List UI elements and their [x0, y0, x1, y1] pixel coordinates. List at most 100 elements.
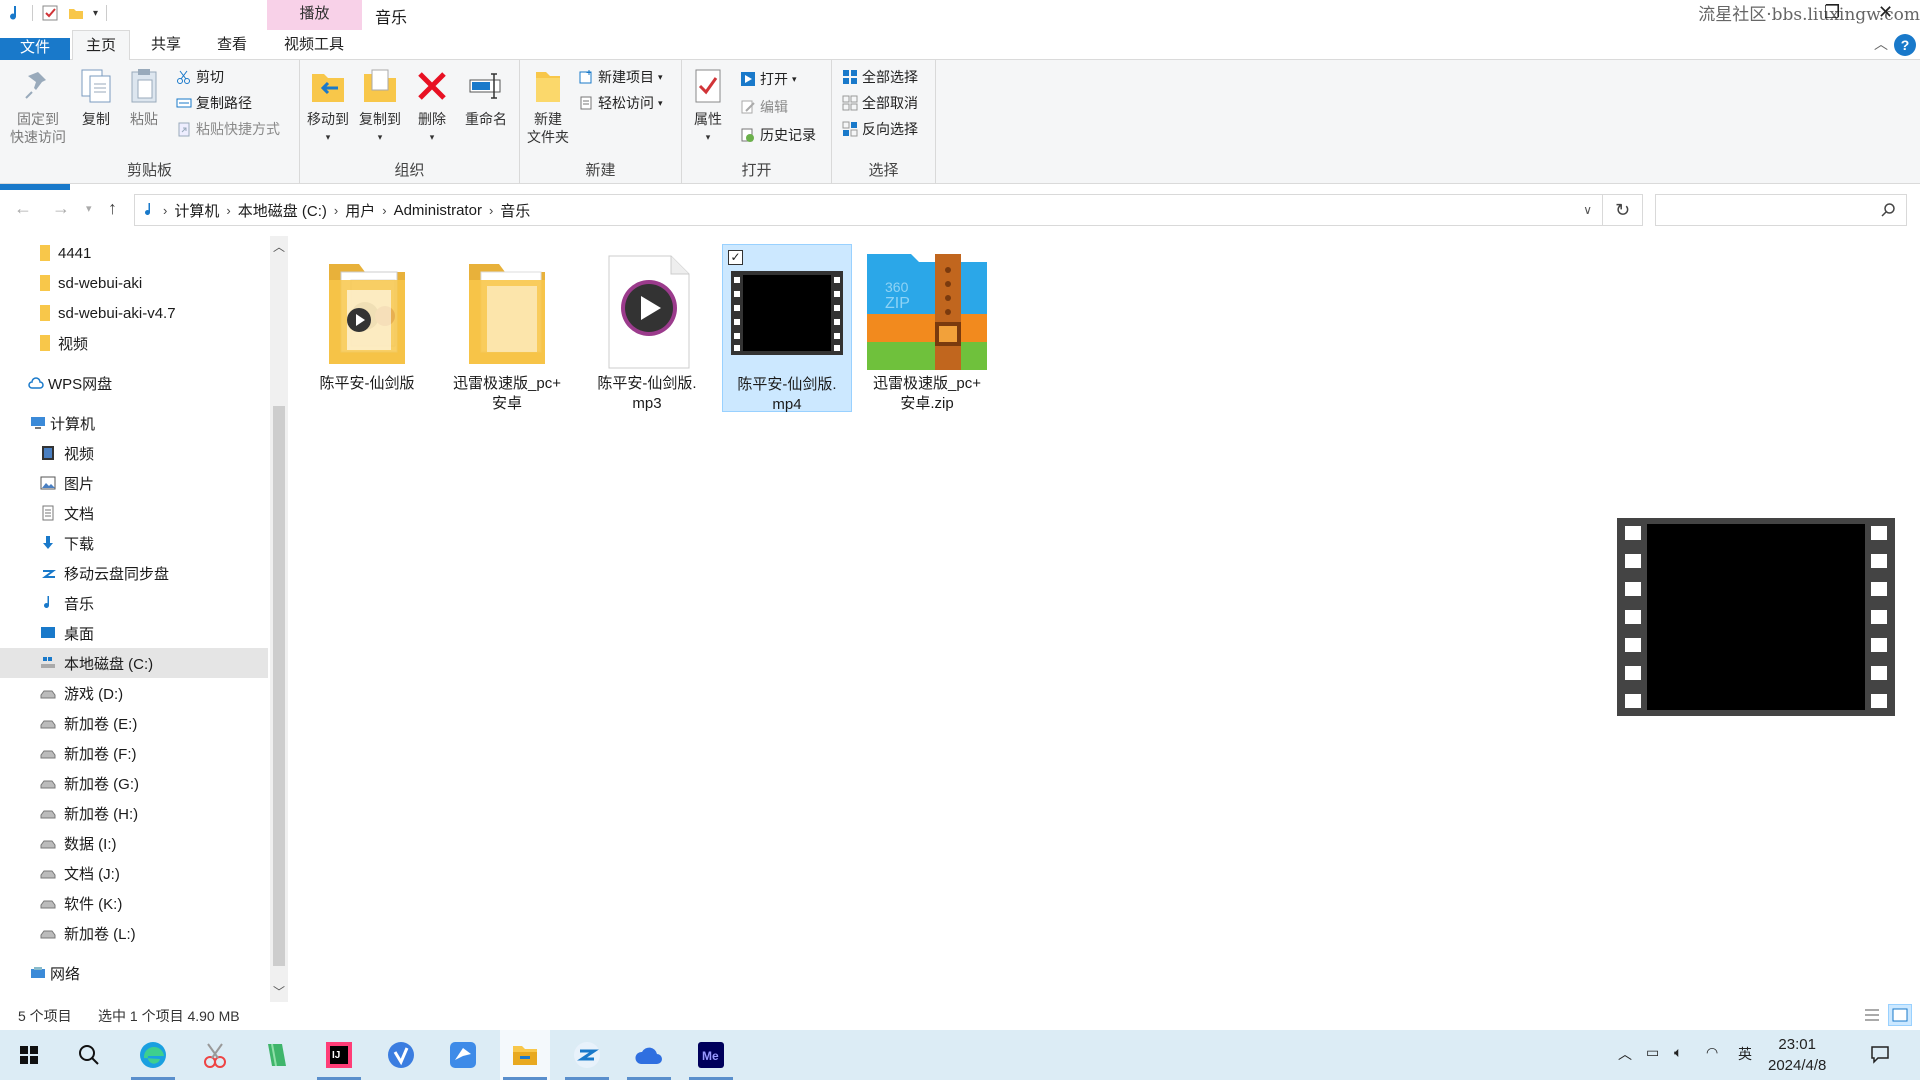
cloud-drive-button[interactable]	[624, 1030, 674, 1080]
invert-selection-button[interactable]: 反向选择	[842, 118, 918, 140]
scroll-down-icon[interactable]: ﹀	[273, 983, 285, 1000]
tab-view[interactable]: 查看	[202, 30, 262, 60]
sidebar-item-drive-k[interactable]: 软件 (K:)	[0, 888, 268, 918]
sidebar-item-computer[interactable]: 计算机	[0, 408, 268, 438]
delete-dropdown-icon[interactable]: ▾	[412, 128, 452, 146]
breadcrumb-music[interactable]: 音乐	[500, 200, 530, 221]
properties-check-icon[interactable]	[41, 4, 59, 22]
address-bar[interactable]: › 计算机 › 本地磁盘 (C:) › 用户 › Administrator ›…	[134, 194, 1603, 226]
notification-center-icon[interactable]	[1870, 1044, 1890, 1067]
file-item-zip[interactable]: 360 ZIP 迅雷极速版_pc+ 安卓.zip	[862, 244, 992, 412]
file-item-folder-chenpingan[interactable]: 陈平安-仙剑版	[302, 244, 432, 412]
file-item-mp4[interactable]: ✓ 陈平安-仙剑版. mp4	[722, 244, 852, 413]
sidebar-item-pictures[interactable]: 图片	[0, 468, 268, 498]
easy-access-button[interactable]: 轻松访问 ▾	[578, 92, 663, 114]
rename-button[interactable]: 重命名	[460, 66, 512, 128]
move-to-dropdown-icon[interactable]: ▾	[304, 128, 352, 146]
properties-dropdown-icon[interactable]: ▾	[688, 128, 728, 146]
scroll-up-icon[interactable]: ︿	[273, 238, 285, 255]
battery-icon[interactable]: ▭	[1646, 1044, 1659, 1061]
breadcrumb-local-disk-c[interactable]: 本地磁盘 (C:)	[238, 200, 327, 221]
collapse-ribbon-icon[interactable]: ︿	[1874, 34, 1888, 54]
open-button[interactable]: 打开 ▾	[740, 68, 797, 90]
breadcrumb-administrator[interactable]: Administrator	[394, 202, 482, 219]
breadcrumb-computer[interactable]: 计算机	[174, 200, 219, 221]
sidebar-item-4441[interactable]: 4441	[0, 238, 268, 268]
file-item-mp3[interactable]: 陈平安-仙剑版. mp3	[582, 244, 712, 412]
media-encoder-button[interactable]: Me	[686, 1030, 736, 1080]
help-icon[interactable]: ?	[1894, 34, 1916, 56]
restore-icon[interactable]: ❐	[1824, 2, 1840, 23]
new-folder-qat-icon[interactable]	[67, 4, 85, 22]
intellij-button[interactable]: IJ	[314, 1030, 364, 1080]
start-button[interactable]	[4, 1030, 54, 1080]
forward-arrow-icon[interactable]: →	[52, 198, 70, 219]
new-item-button[interactable]: 新建项目 ▾	[578, 66, 663, 88]
show-hidden-icons-icon[interactable]: ︿	[1618, 1044, 1632, 1064]
sidebar-item-music[interactable]: 音乐	[0, 588, 268, 618]
sidebar-item-drive-f[interactable]: 新加卷 (F:)	[0, 738, 268, 768]
sidebar-scrollbar[interactable]: ︿ ﹀	[270, 236, 288, 1002]
scrollbar-thumb[interactable]	[273, 406, 285, 966]
up-arrow-icon[interactable]: ↑	[108, 198, 117, 219]
sidebar-item-mobile-cloud-sync[interactable]: 移动云盘同步盘	[0, 558, 268, 588]
sidebar-item-sd-webui-aki-v47[interactable]: sd-webui-aki-v4.7	[0, 298, 268, 328]
copy-to-dropdown-icon[interactable]: ▾	[356, 128, 404, 146]
paste-button[interactable]: 粘贴	[124, 66, 164, 128]
close-icon[interactable]: ✕	[1878, 2, 1893, 23]
paste-shortcut-button[interactable]: 粘贴快捷方式	[176, 118, 280, 140]
select-none-button[interactable]: 全部取消	[842, 92, 918, 114]
refresh-icon[interactable]: ↻	[1603, 194, 1643, 226]
new-folder-button[interactable]: 新建 文件夹	[524, 66, 572, 146]
feishu-button[interactable]	[438, 1030, 488, 1080]
history-button[interactable]: 历史记录	[740, 124, 816, 146]
sidebar-item-drive-g[interactable]: 新加卷 (G:)	[0, 768, 268, 798]
snipping-tool-button[interactable]	[190, 1030, 240, 1080]
large-icons-view-icon[interactable]	[1888, 1004, 1912, 1026]
sidebar-item-videos[interactable]: 视频	[0, 438, 268, 468]
sidebar-item-desktop[interactable]: 桌面	[0, 618, 268, 648]
file-item-folder-xunlei[interactable]: 迅雷极速版_pc+ 安卓	[442, 244, 572, 412]
sidebar-item-drive-i[interactable]: 数据 (I:)	[0, 828, 268, 858]
pin-quick-access-button[interactable]: 固定到 快速访问	[6, 66, 70, 146]
context-tab-play[interactable]: 播放	[267, 0, 362, 30]
qat-dropdown-icon[interactable]: ▾	[93, 8, 98, 19]
sidebar-item-sd-webui-aki[interactable]: sd-webui-aki	[0, 268, 268, 298]
sidebar-item-downloads[interactable]: 下载	[0, 528, 268, 558]
copy-path-button[interactable]: 复制路径	[176, 92, 252, 114]
search-input[interactable]	[1655, 194, 1907, 226]
sidebar-item-drive-l[interactable]: 新加卷 (L:)	[0, 918, 268, 948]
sidebar-item-drive-h[interactable]: 新加卷 (H:)	[0, 798, 268, 828]
sidebar-item-drive-d[interactable]: 游戏 (D:)	[0, 678, 268, 708]
taskbar-search-button[interactable]	[64, 1030, 114, 1080]
v-app-button[interactable]	[376, 1030, 426, 1080]
input-method-indicator[interactable]: 英	[1738, 1044, 1752, 1064]
clock[interactable]: 23:01 2024/4/8	[1768, 1034, 1826, 1076]
edit-button[interactable]: 编辑	[740, 96, 788, 118]
wifi-icon[interactable]: ◠	[1706, 1044, 1718, 1061]
sidebar-item-documents[interactable]: 文档	[0, 498, 268, 528]
sidebar-item-video-folder[interactable]: 视频	[0, 328, 268, 358]
delete-button[interactable]: 删除 ▾	[412, 66, 452, 146]
copy-to-button[interactable]: 复制到 ▾	[356, 66, 404, 146]
green-app-button[interactable]	[252, 1030, 302, 1080]
volume-icon[interactable]: 🔈︎	[1674, 1044, 1682, 1061]
file-explorer-button[interactable]	[500, 1030, 550, 1080]
cut-button[interactable]: 剪切	[176, 66, 224, 88]
breadcrumb-users[interactable]: 用户	[345, 200, 375, 221]
edge-browser-button[interactable]	[128, 1030, 178, 1080]
properties-button[interactable]: 属性 ▾	[688, 66, 728, 146]
sidebar-item-wps-cloud[interactable]: WPS网盘	[0, 368, 268, 398]
back-arrow-icon[interactable]: ←	[14, 198, 32, 219]
tab-share[interactable]: 共享	[138, 30, 194, 60]
sidebar-item-drive-e[interactable]: 新加卷 (E:)	[0, 708, 268, 738]
move-to-button[interactable]: 移动到 ▾	[304, 66, 352, 146]
sidebar-item-network[interactable]: 网络	[0, 958, 268, 988]
copy-button[interactable]: 复制	[76, 66, 116, 128]
select-all-button[interactable]: 全部选择	[842, 66, 918, 88]
tab-video-tools[interactable]: 视频工具	[268, 30, 360, 60]
sidebar-item-drive-j[interactable]: 文档 (J:)	[0, 858, 268, 888]
details-view-icon[interactable]	[1860, 1004, 1884, 1026]
tab-home[interactable]: 主页	[72, 30, 130, 61]
sidebar-item-local-disk-c[interactable]: 本地磁盘 (C:)	[0, 648, 268, 678]
